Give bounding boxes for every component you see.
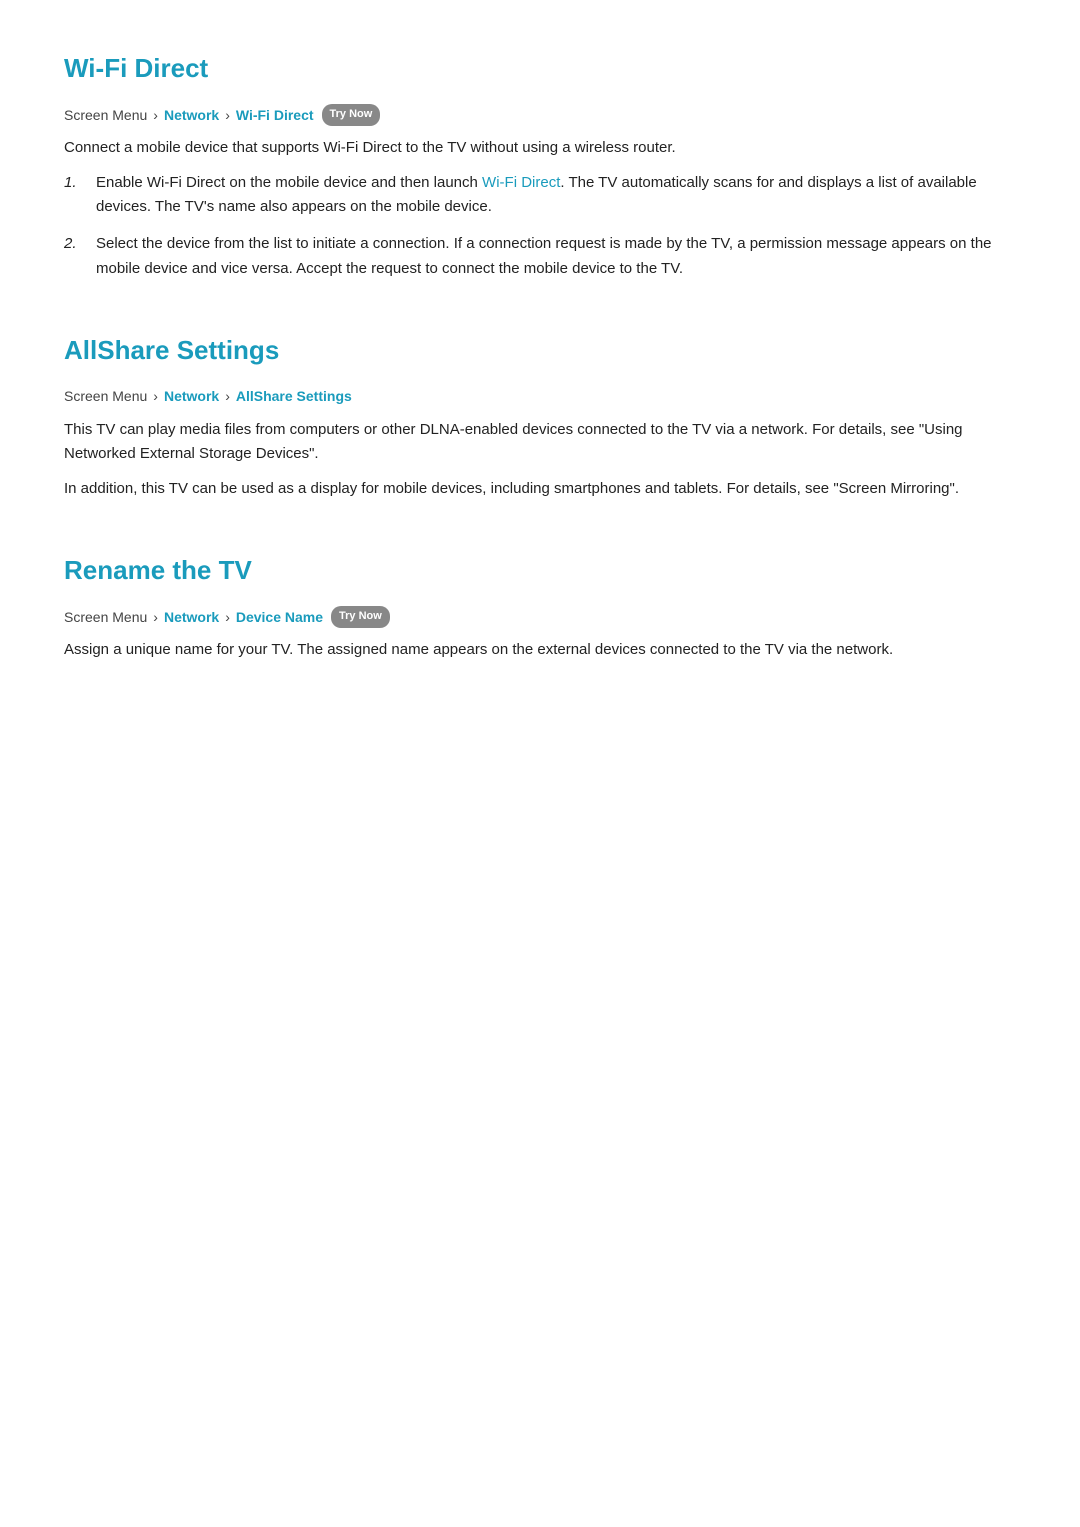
breadcrumb-sep-3: › [153,385,158,407]
breadcrumb-network-2[interactable]: Network [164,385,219,407]
list-number-2: 2. [64,232,86,282]
allshare-breadcrumb: Screen Menu › Network › AllShare Setting… [64,385,1016,407]
list-content-1: Enable Wi-Fi Direct on the mobile device… [96,171,1016,221]
breadcrumb-network-3[interactable]: Network [164,606,219,628]
breadcrumb-sep-4: › [225,385,230,407]
wifi-direct-breadcrumb: Screen Menu › Network › Wi-Fi Direct Try… [64,104,1016,126]
list-content-2: Select the device from the list to initi… [96,232,1016,282]
list-number-1: 1. [64,171,86,221]
wifi-direct-intro: Connect a mobile device that supports Wi… [64,136,1016,161]
list-item-1: 1. Enable Wi-Fi Direct on the mobile dev… [64,171,1016,221]
allshare-section: AllShare Settings Screen Menu › Network … [64,330,1016,502]
breadcrumb-screen-menu-3: Screen Menu [64,606,147,628]
breadcrumb-screen-menu: Screen Menu [64,104,147,126]
list-text-before-1: Enable Wi-Fi Direct on the mobile device… [96,174,482,191]
breadcrumb-network-1[interactable]: Network [164,104,219,126]
wifi-direct-section: Wi-Fi Direct Screen Menu › Network › Wi-… [64,48,1016,282]
try-now-badge-1[interactable]: Try Now [322,104,381,126]
allshare-para-1: This TV can play media files from comput… [64,418,1016,468]
breadcrumb-sep-2: › [225,104,230,126]
breadcrumb-sep-1: › [153,104,158,126]
wifi-direct-title: Wi-Fi Direct [64,48,1016,90]
rename-tv-breadcrumb: Screen Menu › Network › Device Name Try … [64,606,1016,628]
breadcrumb-sep-6: › [225,606,230,628]
allshare-title: AllShare Settings [64,330,1016,372]
rename-tv-section: Rename the TV Screen Menu › Network › De… [64,550,1016,663]
rename-tv-title: Rename the TV [64,550,1016,592]
wifi-direct-list: 1. Enable Wi-Fi Direct on the mobile dev… [64,171,1016,282]
allshare-para-2: In addition, this TV can be used as a di… [64,477,1016,502]
wifi-direct-inline-link[interactable]: Wi-Fi Direct [482,174,560,191]
breadcrumb-allshare[interactable]: AllShare Settings [236,385,352,407]
breadcrumb-screen-menu-2: Screen Menu [64,385,147,407]
rename-tv-para: Assign a unique name for your TV. The as… [64,638,1016,663]
breadcrumb-wifi-direct[interactable]: Wi-Fi Direct [236,104,314,126]
breadcrumb-sep-5: › [153,606,158,628]
try-now-badge-2[interactable]: Try Now [331,606,390,628]
list-item-2: 2. Select the device from the list to in… [64,232,1016,282]
breadcrumb-device-name[interactable]: Device Name [236,606,323,628]
